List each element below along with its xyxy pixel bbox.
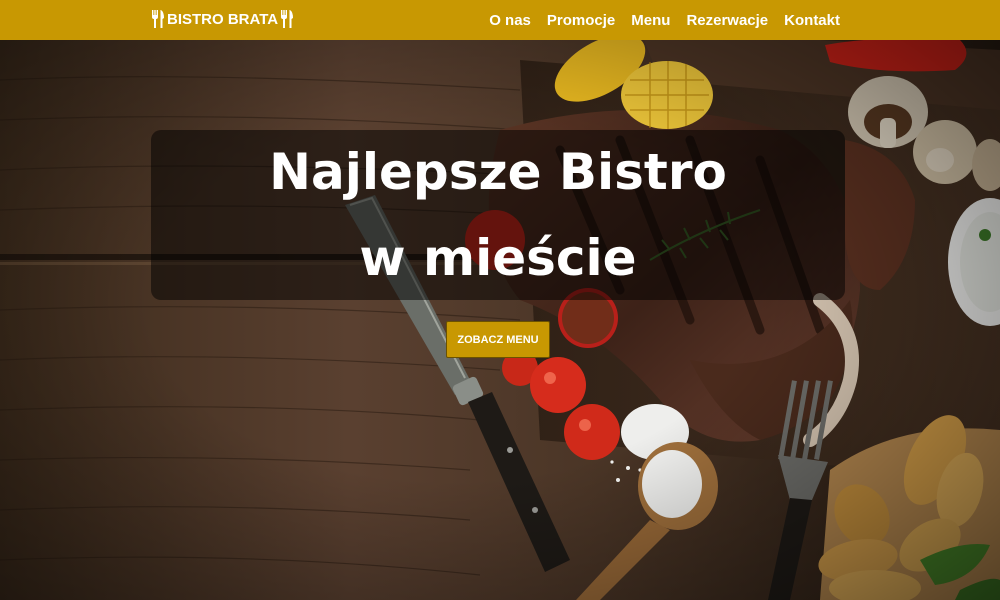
nav-link-kontakt[interactable]: Kontakt — [784, 12, 840, 29]
main-nav: O nas Promocje Menu Rezerwacje Kontakt — [473, 0, 840, 40]
nav-link-rezerwacje[interactable]: Rezerwacje — [686, 12, 768, 29]
fork-knife-icon — [281, 10, 294, 28]
nav-link-menu[interactable]: Menu — [631, 12, 670, 29]
top-navbar: BISTRO BRATA O nas Promocje Menu Rezerwa… — [0, 0, 1000, 40]
brand-name: BISTRO BRATA — [167, 10, 279, 28]
hero-title-line-2: w mieście — [359, 229, 637, 287]
brand-logo-link[interactable]: BISTRO BRATA — [151, 9, 294, 29]
nav-link-promocje[interactable]: Promocje — [547, 12, 615, 29]
fork-knife-icon — [152, 10, 164, 28]
page: BISTRO BRATA O nas Promocje Menu Rezerwa… — [0, 0, 1000, 600]
hero-title-line-1: Najlepsze Bistro — [269, 143, 727, 201]
nav-link-o-nas[interactable]: O nas — [489, 12, 531, 29]
view-menu-button[interactable]: ZOBACZ MENU — [446, 321, 550, 358]
hero-heading-box: Najlepsze Bistro w mieście — [151, 130, 845, 300]
